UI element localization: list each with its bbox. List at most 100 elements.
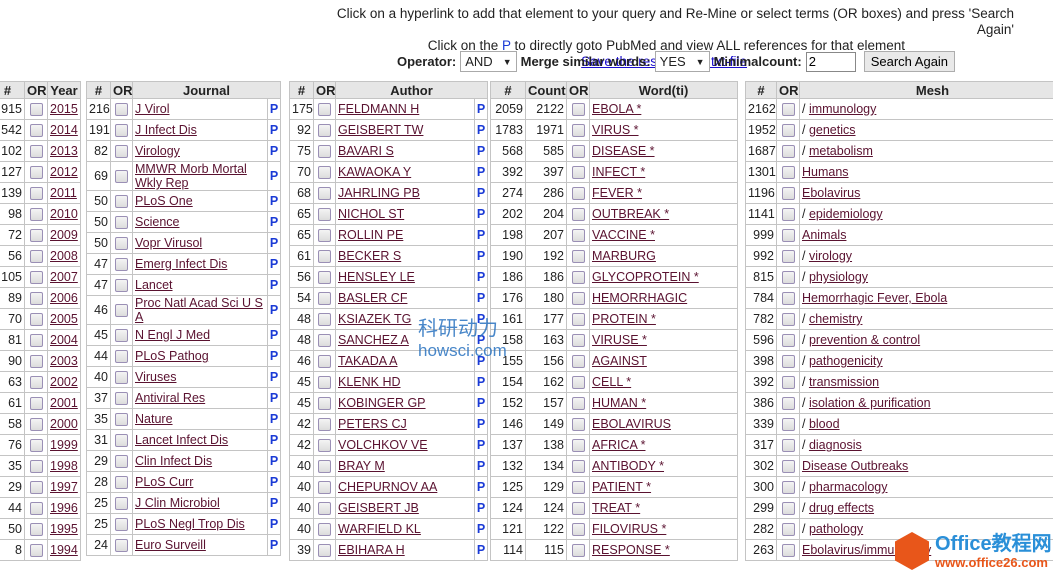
or-checkbox[interactable] xyxy=(318,418,331,432)
or-checkbox[interactable] xyxy=(781,502,795,516)
pubmed-link[interactable]: P xyxy=(267,190,281,212)
term-link[interactable]: 1999 xyxy=(50,438,78,452)
term-link[interactable]: 1997 xyxy=(50,480,78,494)
or-checkbox[interactable] xyxy=(115,145,128,159)
pubmed-link[interactable]: P xyxy=(473,350,489,372)
or-checkbox[interactable] xyxy=(29,124,43,138)
or-checkbox[interactable] xyxy=(115,476,128,490)
or-checkbox[interactable] xyxy=(115,518,128,532)
term-link[interactable]: BECKER S xyxy=(338,249,401,263)
term-link[interactable]: Emerg Infect Dis xyxy=(135,257,227,271)
or-checkbox[interactable] xyxy=(781,208,795,222)
or-checkbox[interactable] xyxy=(318,124,331,138)
or-checkbox[interactable] xyxy=(571,418,585,432)
term-link[interactable]: blood xyxy=(809,417,840,431)
term-link[interactable]: TREAT * xyxy=(592,501,640,515)
or-checkbox[interactable] xyxy=(571,208,585,222)
term-link[interactable]: Disease Outbreaks xyxy=(802,459,908,473)
term-link[interactable]: Ebolavirus xyxy=(802,186,860,200)
term-link[interactable]: 2012 xyxy=(50,165,78,179)
term-link[interactable]: Nature xyxy=(135,412,173,426)
or-checkbox[interactable] xyxy=(318,187,331,201)
or-checkbox[interactable] xyxy=(571,502,585,516)
term-link[interactable]: 2011 xyxy=(50,186,77,200)
term-link[interactable]: 2010 xyxy=(50,207,78,221)
pubmed-link[interactable]: P xyxy=(267,253,281,275)
term-link[interactable]: OUTBREAK * xyxy=(592,207,669,221)
or-checkbox[interactable] xyxy=(781,544,795,558)
term-link[interactable]: EBOLA * xyxy=(592,102,641,116)
or-checkbox[interactable] xyxy=(571,439,585,453)
or-checkbox[interactable] xyxy=(781,334,795,348)
or-checkbox[interactable] xyxy=(115,258,128,272)
or-checkbox[interactable] xyxy=(781,166,795,180)
pubmed-link[interactable]: P xyxy=(473,392,489,414)
or-checkbox[interactable] xyxy=(318,544,331,558)
term-link[interactable]: Humans xyxy=(802,165,849,179)
term-link[interactable]: FELDMANN H xyxy=(338,102,419,116)
term-link[interactable]: KAWAOKA Y xyxy=(338,165,411,179)
term-link[interactable]: RESPONSE * xyxy=(592,543,670,557)
term-link[interactable]: 2002 xyxy=(50,375,78,389)
or-checkbox[interactable] xyxy=(318,313,331,327)
or-checkbox[interactable] xyxy=(29,103,43,117)
or-checkbox[interactable] xyxy=(781,145,795,159)
term-link[interactable]: ANTIBODY * xyxy=(592,459,664,473)
term-link[interactable]: J Virol xyxy=(135,102,170,116)
pubmed-link[interactable]: P xyxy=(267,274,281,296)
mincount-input[interactable] xyxy=(805,51,856,72)
term-link[interactable]: VOLCHKOV VE xyxy=(338,438,428,452)
term-link[interactable]: 2003 xyxy=(50,354,78,368)
term-link[interactable]: SANCHEZ A xyxy=(338,333,409,347)
term-link[interactable]: GEISBERT TW xyxy=(338,123,423,137)
or-checkbox[interactable] xyxy=(115,216,128,230)
term-link[interactable]: J Infect Dis xyxy=(135,123,197,137)
term-link[interactable]: Science xyxy=(135,215,179,229)
term-link[interactable]: diagnosis xyxy=(809,438,862,452)
or-checkbox[interactable] xyxy=(781,292,795,306)
or-checkbox[interactable] xyxy=(29,145,43,159)
term-link[interactable]: CHEPURNOV AA xyxy=(338,480,437,494)
term-link[interactable]: pathogenicity xyxy=(809,354,883,368)
term-link[interactable]: BAVARI S xyxy=(338,144,394,158)
or-checkbox[interactable] xyxy=(781,124,795,138)
pubmed-link[interactable]: P xyxy=(473,497,489,519)
pubmed-link[interactable]: P xyxy=(267,534,281,556)
pubmed-link[interactable]: P xyxy=(473,182,489,204)
or-checkbox[interactable] xyxy=(318,502,331,516)
pubmed-link[interactable]: P xyxy=(473,287,489,309)
term-link[interactable]: AGAINST xyxy=(592,354,647,368)
or-checkbox[interactable] xyxy=(115,497,128,511)
term-link[interactable]: transmission xyxy=(809,375,879,389)
term-link[interactable]: Proc Natl Acad Sci U S A xyxy=(135,296,263,324)
term-link[interactable]: TAKADA A xyxy=(338,354,398,368)
or-checkbox[interactable] xyxy=(571,103,585,117)
or-checkbox[interactable] xyxy=(29,334,43,348)
term-link[interactable]: N Engl J Med xyxy=(135,328,210,342)
merge-select[interactable]: YES ▼ xyxy=(654,51,710,72)
term-link[interactable]: VACCINE * xyxy=(592,228,655,242)
term-link[interactable]: PLoS Curr xyxy=(135,475,193,489)
term-link[interactable]: 2000 xyxy=(50,417,78,431)
pubmed-link[interactable]: P xyxy=(267,450,281,472)
or-checkbox[interactable] xyxy=(115,304,128,318)
term-link[interactable]: PLoS Negl Trop Dis xyxy=(135,517,245,531)
or-checkbox[interactable] xyxy=(571,250,585,264)
or-checkbox[interactable] xyxy=(571,145,585,159)
pubmed-link[interactable]: P xyxy=(267,232,281,254)
or-checkbox[interactable] xyxy=(571,523,585,537)
pubmed-link[interactable]: P xyxy=(267,366,281,388)
or-checkbox[interactable] xyxy=(318,376,331,390)
term-link[interactable]: genetics xyxy=(809,123,856,137)
term-link[interactable]: physiology xyxy=(809,270,868,284)
term-link[interactable]: KOBINGER GP xyxy=(338,396,426,410)
term-link[interactable]: KSIAZEK TG xyxy=(338,312,411,326)
term-link[interactable]: 1995 xyxy=(50,522,78,536)
or-checkbox[interactable] xyxy=(571,355,585,369)
or-checkbox[interactable] xyxy=(115,413,128,427)
term-link[interactable]: drug effects xyxy=(809,501,874,515)
term-link[interactable]: 1996 xyxy=(50,501,78,515)
term-link[interactable]: FEVER * xyxy=(592,186,642,200)
or-checkbox[interactable] xyxy=(781,439,795,453)
or-checkbox[interactable] xyxy=(571,376,585,390)
